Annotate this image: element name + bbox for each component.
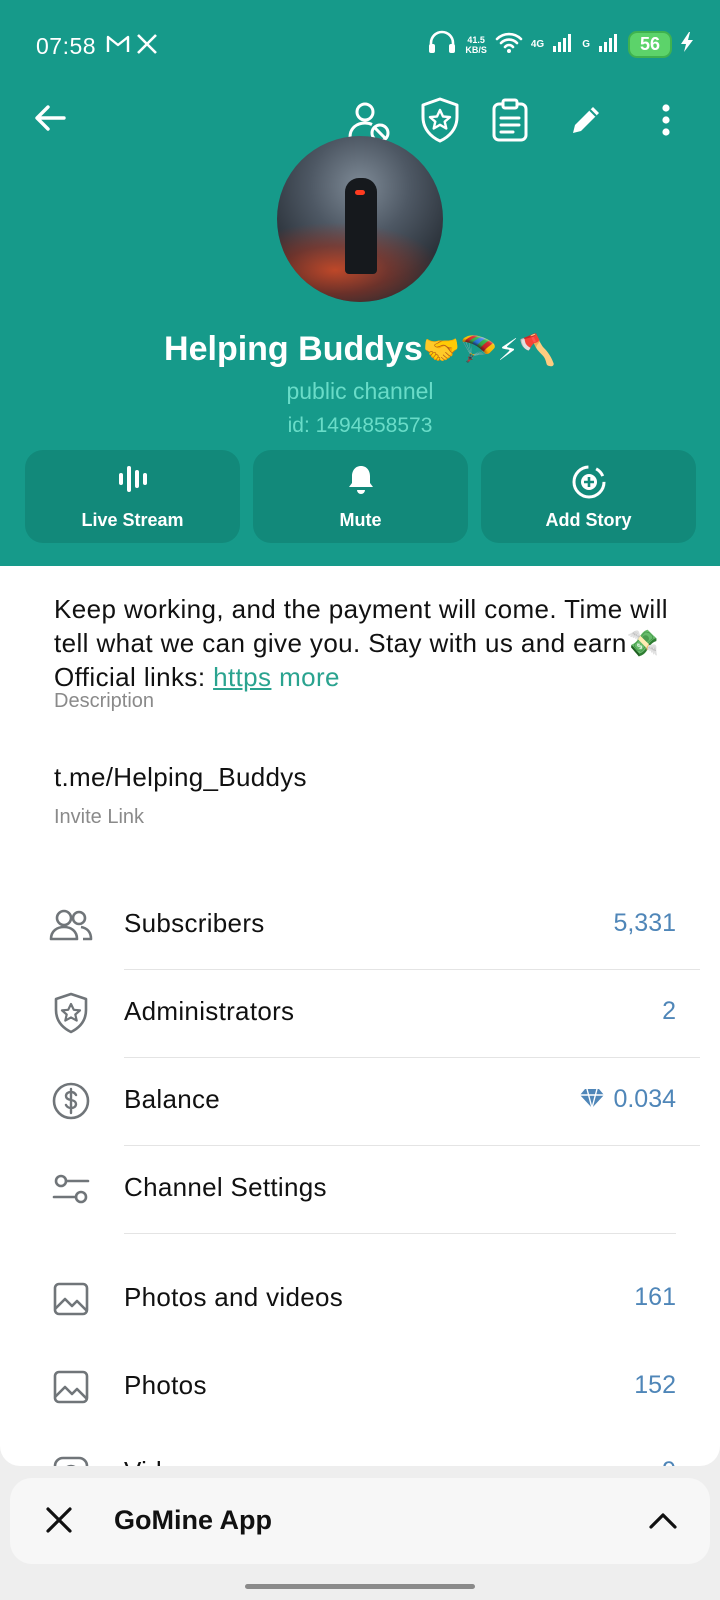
signal-icon	[552, 31, 574, 58]
video-icon	[48, 1450, 94, 1466]
subscribers-count: 5,331	[613, 909, 676, 937]
photos-and-videos-label: Photos and videos	[124, 1282, 344, 1312]
mini-app-bar[interactable]: GoMine App	[10, 1478, 710, 1564]
mute-label: Mute	[339, 510, 382, 530]
balance-label: Balance	[124, 1084, 221, 1114]
avatar-eye-glow	[355, 190, 365, 195]
row-divider	[124, 1233, 676, 1234]
administrators-label: Administrators	[124, 996, 295, 1026]
invite-link-label: Invite Link	[54, 806, 145, 828]
subscribers-row[interactable]: Subscribers 5,331	[0, 882, 720, 970]
pencil-icon	[569, 103, 603, 142]
channel-settings-row[interactable]: Channel Settings	[0, 1146, 720, 1234]
status-system-icons: 41.5 KB/S 4G G 56	[427, 30, 694, 59]
channel-name-emoji: 🤝🪂⚡🪓	[422, 334, 556, 367]
more-vertical-icon	[661, 103, 671, 141]
chevron-up-icon	[648, 1510, 678, 1535]
recent-actions-button[interactable]	[486, 98, 534, 146]
sim2-label: G	[582, 39, 590, 50]
mini-app-expand-button[interactable]	[638, 1497, 688, 1547]
channel-info-card: Keep working, and the payment will come.…	[0, 566, 720, 1466]
channel-type: public channel	[286, 378, 434, 404]
battery-level: 56	[628, 31, 672, 58]
image-icon	[48, 1276, 94, 1322]
live-stream-label: Live Stream	[81, 510, 184, 530]
dollar-circle-icon	[48, 1078, 94, 1124]
more-button[interactable]	[646, 98, 686, 146]
admin-rights-button[interactable]	[416, 97, 464, 148]
image-icon	[48, 1364, 94, 1410]
description-link[interactable]: https	[213, 662, 271, 692]
channel-name: Helping Buddys🤝🪂⚡🪓	[164, 330, 556, 368]
channel-description[interactable]: Keep working, and the payment will come.…	[54, 592, 674, 694]
add-story-button[interactable]: Add Story	[481, 450, 696, 543]
close-icon	[45, 1506, 73, 1539]
charging-icon	[680, 31, 694, 58]
users-icon	[48, 902, 94, 948]
status-bar: 07:58 41.5 KB/S 4G G 56	[0, 0, 720, 90]
shield-star-icon	[419, 97, 461, 148]
photos-row[interactable]: Photos 152	[0, 1344, 720, 1432]
wifi-icon	[495, 30, 523, 59]
clipboard-icon	[491, 98, 529, 147]
videos-label: Videos	[124, 1456, 205, 1466]
photos-count: 152	[634, 1371, 676, 1399]
channel-settings-label: Channel Settings	[124, 1172, 327, 1202]
network-speed: 41.5 KB/S	[465, 34, 487, 55]
invite-link[interactable]: t.me/Helping_Buddys	[54, 762, 307, 793]
channel-header: 07:58 41.5 KB/S 4G G 56 Helping Buddys🤝🪂…	[0, 0, 720, 566]
administrators-row[interactable]: Administrators 2	[0, 970, 720, 1058]
shield-star-icon	[48, 990, 94, 1036]
mini-app-close-button[interactable]	[34, 1497, 84, 1547]
back-button[interactable]	[26, 96, 74, 144]
subscribers-label: Subscribers	[124, 908, 265, 938]
status-notification-icons	[106, 34, 158, 59]
administrators-count: 2	[662, 997, 676, 1025]
signal-2-icon	[598, 31, 620, 58]
live-stream-button[interactable]: Live Stream	[25, 450, 240, 543]
add-story-label: Add Story	[545, 510, 632, 530]
videos-row[interactable]: Videos 9	[0, 1430, 720, 1466]
sliders-icon	[48, 1166, 94, 1212]
headphones-icon	[427, 30, 457, 59]
videos-count: 9	[662, 1457, 676, 1466]
photos-and-videos-count: 161	[634, 1283, 676, 1311]
live-stream-icon	[25, 464, 240, 494]
mini-app-title: GoMine App	[114, 1505, 272, 1535]
description-label: Description	[54, 690, 155, 712]
bell-icon	[253, 464, 468, 496]
x-icon	[136, 34, 158, 59]
channel-id: id: 1494858573	[287, 414, 433, 437]
gmail-icon	[106, 34, 130, 59]
description-more-link[interactable]: more	[279, 662, 340, 692]
arrow-left-icon	[34, 104, 66, 137]
status-time: 07:58	[36, 33, 97, 59]
home-indicator[interactable]	[245, 1584, 475, 1589]
diamond-icon	[578, 1085, 606, 1113]
photos-and-videos-row[interactable]: Photos and videos 161	[0, 1256, 720, 1344]
balance-row[interactable]: Balance 0.034	[0, 1058, 720, 1146]
add-story-icon	[481, 464, 696, 500]
channel-avatar[interactable]	[277, 136, 443, 302]
balance-value: 0.034	[578, 1085, 676, 1114]
photos-label: Photos	[124, 1370, 207, 1400]
edit-button[interactable]	[562, 98, 610, 146]
mute-button[interactable]: Mute	[253, 450, 468, 543]
network-type: 4G	[530, 39, 545, 50]
